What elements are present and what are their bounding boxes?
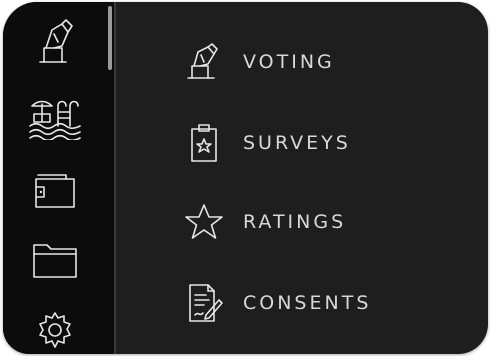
menu-item-label: SURVEYS bbox=[243, 132, 351, 154]
folder-icon bbox=[33, 244, 77, 278]
menu-item-ratings[interactable]: RATINGS bbox=[183, 198, 453, 246]
menu-item-label: RATINGS bbox=[243, 211, 347, 233]
sidebar-scrollbar[interactable] bbox=[108, 6, 112, 70]
sidebar bbox=[3, 2, 114, 354]
sidebar-item-wallet[interactable] bbox=[25, 162, 85, 214]
star-icon bbox=[183, 201, 225, 243]
menu-item-label: VOTING bbox=[243, 51, 335, 73]
gear-icon bbox=[39, 312, 71, 348]
ballot-hand-icon bbox=[183, 41, 225, 83]
menu-item-consents[interactable]: CONSENTS bbox=[183, 279, 453, 327]
sidebar-item-settings[interactable] bbox=[25, 302, 85, 354]
wallet-icon bbox=[35, 174, 75, 208]
menu-item-surveys[interactable]: SURVEYS bbox=[183, 119, 453, 167]
app-window: VOTING SURVEYS RATINGS CONSENTS bbox=[3, 2, 488, 354]
sidebar-divider bbox=[114, 2, 116, 354]
pool-ladder-icon bbox=[29, 100, 81, 140]
document-pen-icon bbox=[183, 282, 225, 324]
sidebar-item-folder[interactable] bbox=[25, 234, 85, 286]
menu-item-label: CONSENTS bbox=[243, 292, 372, 314]
menu-item-voting[interactable]: VOTING bbox=[183, 38, 453, 86]
sidebar-item-voting[interactable] bbox=[25, 16, 85, 68]
sidebar-item-pool[interactable] bbox=[25, 92, 85, 144]
clipboard-star-icon bbox=[183, 122, 225, 164]
ballot-hand-icon bbox=[39, 19, 73, 63]
